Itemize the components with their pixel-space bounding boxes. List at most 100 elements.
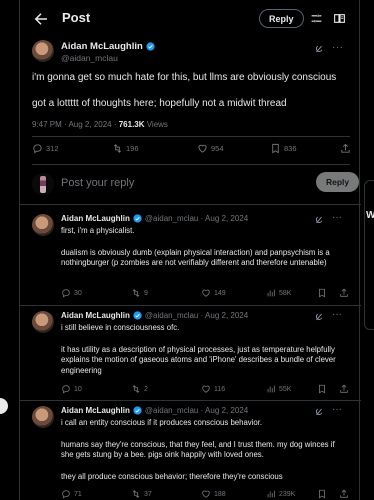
bookmark-action[interactable] (317, 489, 327, 499)
reply-text-gap (61, 461, 346, 472)
reply-avatar[interactable] (32, 406, 54, 428)
reply-meta[interactable]: @aidan_mclau · Aug 2, 2024 (145, 311, 248, 320)
verified-badge-icon (133, 311, 142, 320)
reply-count: 71 (74, 490, 82, 498)
verified-badge-icon (133, 406, 142, 415)
reply-action[interactable]: 30 (61, 288, 82, 298)
reply-text-gap (61, 237, 346, 248)
repost-icon (113, 144, 122, 153)
reply-action[interactable]: 10 (61, 384, 82, 394)
bookmark-action[interactable] (317, 288, 327, 298)
repost-action[interactable]: 196 (112, 143, 139, 154)
more-options-icon[interactable]: ··· (332, 212, 342, 223)
grok-icon[interactable] (314, 312, 324, 322)
views-action[interactable]: 58K (266, 288, 291, 298)
header-reply-button[interactable]: Reply (259, 9, 304, 28)
divider (20, 204, 361, 205)
views-count: 58K (279, 289, 292, 297)
reply-author-name[interactable]: Aidan McLaughlin (61, 214, 130, 223)
divider (32, 164, 350, 165)
like-count: 188 (214, 490, 226, 498)
current-user-avatar[interactable] (32, 173, 54, 195)
divider (32, 136, 350, 137)
author-avatar[interactable] (32, 40, 54, 62)
grok-icon[interactable] (314, 407, 324, 417)
grok-icon[interactable] (314, 215, 324, 225)
views-count: 55K (279, 385, 292, 393)
bookmark-icon (319, 384, 325, 394)
more-options-icon[interactable]: ··· (332, 404, 342, 415)
left-nav-avatar-edge[interactable] (0, 398, 8, 414)
share-icon (341, 143, 350, 153)
repost-count: 9 (144, 289, 148, 297)
reply-input[interactable]: Post your reply (61, 177, 134, 189)
verified-badge-icon (146, 42, 155, 51)
like-count: 116 (214, 385, 226, 393)
reply-text: first, i'm a physicalist. (61, 226, 135, 235)
more-options-icon[interactable]: ··· (332, 309, 342, 320)
author-name[interactable]: Aidan McLaughlin (61, 41, 143, 52)
reply-text-gap (61, 429, 346, 440)
composer-reply-button[interactable]: Reply (316, 172, 360, 192)
reply-avatar[interactable] (32, 311, 54, 333)
reply-body: i call an entity conscious if it produce… (61, 418, 346, 482)
reply-avatar[interactable] (32, 214, 54, 236)
views-action[interactable]: 239K (266, 489, 295, 499)
reply-action[interactable]: 312 (32, 143, 59, 154)
tweet-timestamp[interactable]: 9:47 PM · Aug 2, 2024 · (32, 120, 119, 129)
reply-header: Aidan McLaughlin @aidan_mclau · Aug 2, 2… (61, 311, 248, 320)
sliders-icon[interactable] (310, 12, 323, 25)
author-handle[interactable]: @aidan_mclau (61, 53, 118, 63)
reply-actions: 71 37 188 239K (61, 489, 350, 500)
views-action[interactable]: 55K (266, 384, 291, 394)
like-action[interactable]: 954 (197, 143, 224, 154)
sidebar-card-edge (364, 180, 374, 330)
like-count: 149 (214, 289, 226, 297)
tweet-text-line: got a lottttt of thoughts here; hopefull… (32, 98, 287, 109)
share-icon (340, 384, 348, 393)
post-column: Post Reply Aidan McLaughlin @aidan_mclau… (19, 0, 361, 500)
repost-action[interactable]: 2 (131, 384, 148, 394)
reply-text: they all produce conscious behavior; the… (61, 471, 283, 481)
share-action[interactable] (339, 489, 349, 499)
reply-author-name[interactable]: Aidan McLaughlin (61, 311, 130, 320)
divider (20, 400, 361, 401)
bookmark-icon (319, 288, 325, 298)
bookmark-action[interactable] (317, 384, 327, 394)
reply-text: humans say they're conscious, that they … (61, 439, 335, 460)
bookmark-action[interactable]: 836 (270, 143, 297, 154)
repost-count: 37 (144, 490, 152, 498)
reply-text: i call an entity conscious if it produce… (61, 418, 263, 427)
analytics-icon (267, 385, 275, 393)
left-nav-edge (0, 18, 6, 36)
reply-action[interactable]: 71 (61, 489, 82, 499)
reply-header: Aidan McLaughlin @aidan_mclau · Aug 2, 2… (61, 406, 248, 415)
repost-action[interactable]: 9 (131, 288, 148, 298)
right-sidebar-edge: W (361, 0, 374, 500)
more-options-icon[interactable]: ··· (332, 42, 344, 53)
reply-meta[interactable]: @aidan_mclau · Aug 2, 2024 (145, 406, 248, 415)
page-title: Post (62, 10, 91, 25)
views-label: Views (144, 120, 168, 129)
like-action[interactable]: 116 (201, 384, 225, 394)
reply-text: it has utility as a description of physi… (61, 344, 336, 375)
views-count: 239K (279, 490, 296, 498)
reply-meta[interactable]: @aidan_mclau · Aug 2, 2024 (145, 214, 248, 223)
reply-text-gap (61, 334, 346, 345)
reader-view-icon[interactable] (333, 12, 346, 25)
reply-text: i still believe in consciousness ofc. (61, 323, 180, 332)
share-action[interactable] (340, 143, 351, 154)
author-name-row[interactable]: Aidan McLaughlin (61, 41, 155, 52)
share-action[interactable] (339, 288, 349, 298)
back-arrow-icon[interactable] (32, 10, 50, 28)
reply-icon (62, 385, 70, 394)
verified-badge-icon (133, 214, 142, 223)
like-action[interactable]: 149 (201, 288, 226, 298)
reply-text: dualism is obviously dumb (explain physi… (61, 247, 330, 268)
reply-actions: 30 9 149 58K (61, 288, 350, 300)
grok-icon[interactable] (314, 44, 324, 54)
repost-action[interactable]: 37 (131, 489, 152, 499)
share-action[interactable] (339, 384, 349, 394)
like-action[interactable]: 188 (201, 489, 226, 499)
reply-author-name[interactable]: Aidan McLaughlin (61, 406, 130, 415)
